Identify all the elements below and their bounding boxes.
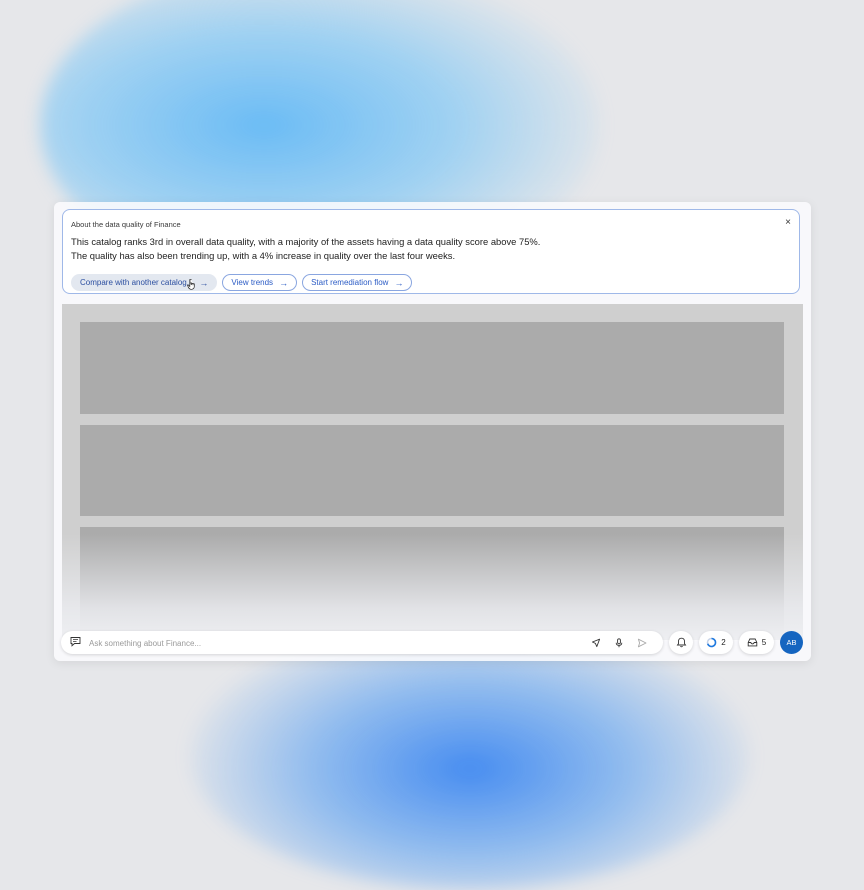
insight-line-1: This catalog ranks 3rd in overall data q…	[71, 236, 541, 247]
send-button[interactable]	[635, 636, 648, 649]
placeholder-block	[80, 322, 784, 414]
avatar[interactable]: AB	[780, 631, 803, 654]
insight-line-2: The quality has also been trending up, w…	[71, 250, 456, 261]
tasks-count: 2	[721, 638, 726, 647]
inbox-icon	[747, 638, 758, 647]
arrow-right-icon: →	[199, 277, 209, 288]
insight-body: This catalog ranks 3rd in overall data q…	[71, 235, 771, 263]
inbox-button[interactable]: 5	[739, 631, 774, 654]
tasks-button[interactable]: 2	[699, 631, 733, 654]
insight-actions: Compare with another catalog... → View t…	[71, 274, 413, 291]
progress-ring-icon	[706, 637, 717, 648]
send-icon	[637, 638, 646, 647]
arrow-right-icon: →	[279, 277, 289, 288]
arrow-right-icon: →	[394, 277, 404, 288]
microphone-button[interactable]	[612, 636, 625, 649]
placeholder-block	[80, 425, 784, 516]
start-remediation-label: Start remediation flow	[311, 278, 389, 287]
chat-input[interactable]	[87, 634, 561, 653]
microphone-icon	[615, 637, 622, 647]
insight-title: About the data quality of Finance	[71, 220, 181, 229]
hand-cursor-icon	[187, 279, 195, 290]
bell-icon	[676, 637, 686, 648]
chat-icon	[70, 637, 81, 647]
pointer-button[interactable]	[589, 636, 602, 649]
notifications-button[interactable]	[669, 631, 693, 654]
chat-bar	[61, 631, 663, 654]
pointer-icon	[591, 638, 600, 647]
start-remediation-button[interactable]: Start remediation flow →	[302, 274, 413, 291]
app-window: About the data quality of Finance × This…	[54, 202, 811, 661]
inbox-count: 5	[761, 638, 767, 647]
close-icon[interactable]: ×	[785, 217, 791, 229]
insight-card: About the data quality of Finance × This…	[62, 209, 800, 294]
content-fade	[62, 534, 803, 640]
view-trends-button[interactable]: View trends →	[222, 274, 298, 291]
compare-catalog-label: Compare with another catalog...	[80, 278, 194, 287]
view-trends-label: View trends	[231, 278, 274, 287]
content-placeholder	[62, 304, 803, 640]
